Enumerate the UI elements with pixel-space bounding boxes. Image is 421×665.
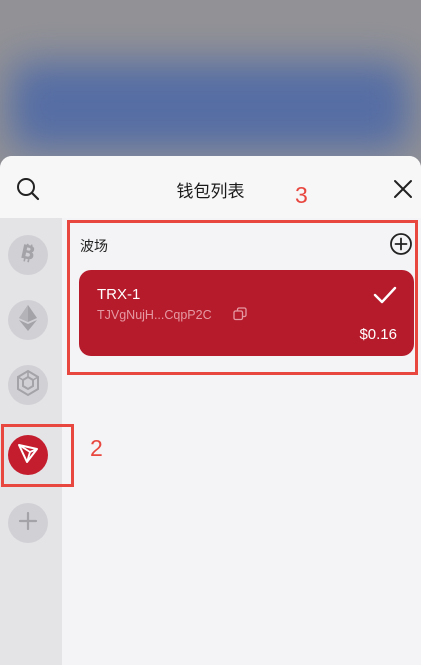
chain-item-bnb[interactable] — [8, 365, 48, 405]
annotation-number-wallet: 3 — [295, 182, 308, 208]
chain-item-bitcoin[interactable]: B — [8, 235, 48, 275]
plus-icon — [18, 511, 38, 536]
annotation-box-wallet — [67, 220, 418, 375]
sheet-header: 钱包列表 — [0, 156, 421, 218]
ethereum-icon — [19, 304, 37, 336]
close-icon[interactable] — [391, 177, 415, 201]
add-chain-button[interactable] — [8, 503, 48, 543]
annotation-box-chain — [1, 424, 74, 487]
annotation-number-chain: 2 — [90, 435, 103, 461]
bitcoin-icon: B — [17, 240, 39, 269]
bnb-icon — [14, 369, 42, 402]
blurred-background — [0, 0, 421, 160]
page-title: 钱包列表 — [176, 182, 245, 202]
blurred-content — [10, 62, 410, 150]
chain-item-ethereum[interactable] — [8, 300, 48, 340]
